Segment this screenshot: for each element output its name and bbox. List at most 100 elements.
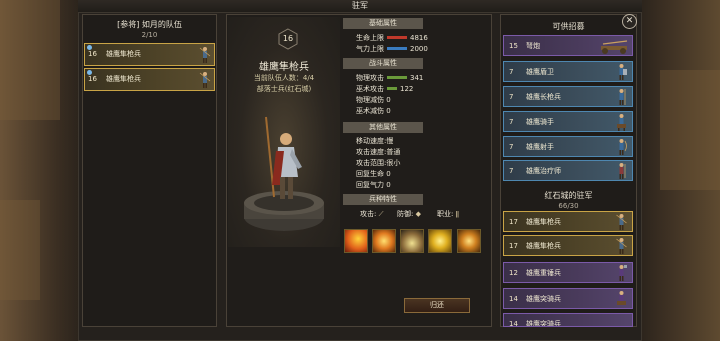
party-count-line: 当前队伍人数：4/4	[253, 74, 315, 82]
unit-level: 16	[88, 75, 97, 83]
section-combat: 战斗属性	[343, 58, 423, 69]
return-button[interactable]: 归还	[404, 298, 470, 313]
unit-level: 12	[509, 269, 518, 277]
garrison-unit-row[interactable]: 17 雄鹰隼枪兵	[503, 211, 633, 232]
garrison-unit-row[interactable]: 12 雄鹰重锤兵	[503, 262, 633, 283]
stat-stamina: 气力上限 2000	[356, 44, 428, 54]
unit-level: 17	[509, 218, 518, 226]
section-other: 其他属性	[343, 122, 423, 133]
recruit-unit-row[interactable]: 15 弩炮	[503, 35, 633, 56]
party-title: [参将] 如月的队伍	[117, 20, 182, 29]
unit-name: 雄鹰隼枪兵	[526, 242, 561, 250]
trait-defense-label: 防御:	[397, 210, 414, 218]
garrison-unit-row[interactable]: 14 雄鹰突骑兵	[503, 313, 633, 327]
stat-magic-attack: 巫术攻击 122	[356, 84, 413, 94]
spearman-sprite-icon	[199, 72, 211, 88]
trait-defense: 防御: ◆	[397, 209, 421, 219]
unit-name: 雄鹰重锤兵	[526, 269, 561, 277]
unit-name: 雄鹰射手	[526, 143, 554, 151]
stat-value: 341	[410, 74, 424, 82]
spearman-sprite-icon	[616, 238, 627, 254]
claw-strike-icon[interactable]	[400, 229, 424, 253]
stat-phys-reduction: 物理减伤 0	[356, 95, 391, 105]
unit-name: 雄鹰长枪兵	[526, 93, 561, 101]
stat-value: 4816	[410, 34, 428, 42]
recruitable-title: 可供招募	[552, 22, 585, 31]
unit-level: 16	[88, 50, 97, 58]
unit-name: 雄鹰隼枪兵	[106, 50, 141, 58]
whirlwind-icon[interactable]	[372, 229, 396, 253]
unit-name: 雄鹰骑手	[526, 118, 554, 126]
window-title: 驻军	[78, 0, 642, 12]
cavalry-sprite-icon	[617, 291, 626, 305]
stat-value: 0	[386, 107, 391, 115]
unit-level: 16	[282, 34, 294, 43]
hp-bar	[387, 36, 407, 39]
stat-value: 0	[386, 96, 391, 104]
spearman-sprite-icon	[616, 214, 627, 230]
section-traits: 兵种特性	[343, 194, 423, 205]
hammer-sprite-icon	[619, 265, 627, 281]
recruit-unit-row[interactable]: 7 雄鹰长枪兵	[503, 86, 633, 107]
trait-attack-label: 攻击:	[360, 210, 377, 218]
unit-portrait-area	[228, 17, 340, 247]
burst-icon[interactable]	[457, 229, 481, 253]
stat-hp: 生命上限 4816	[356, 33, 428, 43]
garrison-unit-row[interactable]: 14 雄鹰突骑兵	[503, 288, 633, 309]
fire-slash-icon[interactable]	[344, 229, 368, 253]
unit-name: 雄鹰隼枪兵	[526, 218, 561, 226]
healer-sprite-icon	[619, 163, 626, 179]
shield-icon[interactable]: ◆	[416, 210, 421, 218]
recruit-unit-row[interactable]: 7 雄鹰骑手	[503, 111, 633, 132]
stat-value: 2000	[410, 45, 428, 53]
garrison-title: 红石城的驻军	[544, 191, 593, 200]
unit-level: 14	[509, 295, 518, 303]
attack-bar	[387, 76, 407, 79]
trait-attack: 攻击: ⟋	[360, 209, 384, 219]
recruit-unit-row[interactable]: 7 雄鹰盾卫	[503, 61, 633, 82]
garrison-count: 66/30	[558, 202, 579, 210]
unit-level: 17	[509, 242, 518, 250]
stat-label: 回复生命	[356, 170, 384, 178]
stat-attack-speed: 攻击速度:普通	[356, 148, 401, 156]
unit-level: 7	[509, 118, 514, 126]
class-icon[interactable]: ǁ	[456, 210, 459, 218]
stat-label: 气力上限	[356, 45, 384, 53]
stamina-bar	[387, 47, 407, 50]
stat-label: 巫术减伤	[356, 107, 384, 115]
unit-name: 雄鹰盾卫	[526, 68, 554, 76]
unit-level: 14	[509, 320, 518, 327]
ballista-sprite-icon	[601, 40, 628, 54]
recruit-unit-row[interactable]: 7 雄鹰治疗师	[503, 160, 633, 181]
stat-label: 移动速度	[356, 137, 384, 145]
spear-icon[interactable]: ⟋	[379, 210, 384, 218]
stat-label: 回复气力	[356, 181, 384, 189]
recruit-unit-row[interactable]: 7 雄鹰射手	[503, 136, 633, 157]
unit-level: 7	[509, 167, 514, 175]
stat-magic-reduction: 巫术减伤 0	[356, 106, 391, 116]
stat-move-speed: 移动速度:慢	[356, 137, 394, 145]
stat-phys-attack: 物理攻击 341	[356, 73, 423, 83]
unit-level: 15	[509, 42, 518, 50]
unit-level: 7	[509, 143, 514, 151]
unit-name: 雄鹰突骑兵	[526, 295, 561, 303]
stat-value: 普通	[386, 148, 401, 156]
golden-orb-icon[interactable]	[428, 229, 452, 253]
unit-name: 雄鹰隼枪兵	[259, 62, 309, 73]
stat-hp-regen: 回复生命 0	[356, 169, 391, 179]
garrison-unit-row[interactable]: 17 雄鹰隼枪兵	[503, 235, 633, 256]
party-count: 2/10	[141, 31, 158, 39]
trait-class-label: 职业:	[437, 210, 454, 218]
stat-value: 很小	[386, 159, 401, 167]
unit-name: 雄鹰突骑兵	[526, 320, 561, 327]
stat-value: 0	[386, 170, 391, 178]
stat-value: 0	[386, 181, 391, 189]
party-unit-row[interactable]: 16 雄鹰隼枪兵	[84, 43, 215, 66]
stat-attack-range: 攻击范围:很小	[356, 159, 401, 167]
stat-stamina-regen: 回复气力 0	[356, 180, 391, 190]
unit-level: 7	[509, 93, 514, 101]
party-unit-row[interactable]: 16 雄鹰隼枪兵	[84, 68, 215, 91]
unit-name: 弩炮	[526, 42, 540, 50]
attack-bar	[387, 87, 397, 90]
stat-label: 攻击范围	[356, 159, 384, 167]
